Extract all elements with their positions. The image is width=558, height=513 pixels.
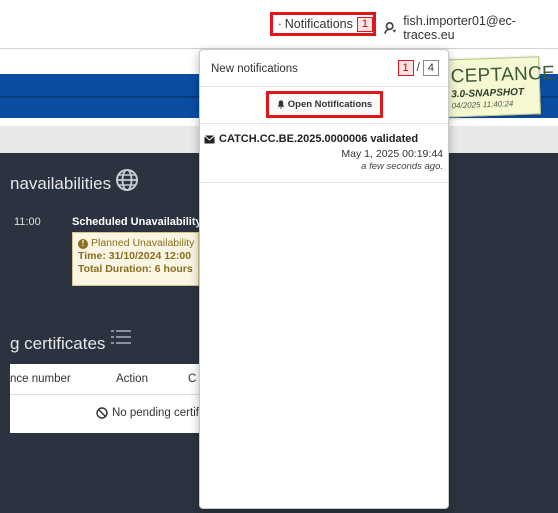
- scheduled-unavailability-title: Scheduled Unavailability: [72, 216, 202, 228]
- user-menu[interactable]: fish.importer01@ec-traces.eu: [384, 14, 558, 42]
- open-notifications-label: Open Notifications: [287, 99, 373, 110]
- notifications-label: Notifications: [284, 17, 353, 31]
- bell-icon: [277, 100, 285, 109]
- bell-icon: [279, 23, 281, 25]
- notification-title: CATCH.CC.BE.2025.0000006 validated: [219, 133, 419, 145]
- column-action: Action: [116, 373, 148, 385]
- certificates-title: g certificates: [10, 334, 106, 353]
- notifications-button[interactable]: Notifications 1: [270, 12, 376, 36]
- environment-date: 04/2025 11:40:24: [451, 99, 514, 111]
- right-content: [449, 153, 558, 513]
- notifications-counter: 1 / 4: [397, 60, 439, 76]
- certificates-table-header: nce number Action C: [10, 364, 199, 395]
- globe-icon[interactable]: [115, 168, 139, 192]
- unavailabilities-title: navailabilities: [10, 174, 112, 193]
- new-notifications-label: New notifications: [211, 63, 298, 75]
- dropdown-header: New notifications 1 / 4: [200, 50, 448, 87]
- total-count-badge: 4: [422, 60, 439, 76]
- info-icon: !: [78, 239, 88, 249]
- list-icon[interactable]: [111, 329, 131, 345]
- environment-label: CEPTANCE: [450, 62, 556, 88]
- certificates-empty-row: No pending certifi: [10, 395, 202, 433]
- user-email: fish.importer01@ec-traces.eu: [403, 14, 516, 42]
- notifications-count-badge: 1: [356, 16, 373, 32]
- envelope-icon: [204, 134, 215, 143]
- notification-date: May 1, 2025 00:19:44: [341, 148, 443, 160]
- environment-tag: CEPTANCE 3.0-SNAPSHOT 04/2025 11:40:24: [439, 56, 555, 118]
- column-c: C: [188, 373, 197, 385]
- notifications-dropdown: New notifications 1 / 4 Open Notificatio…: [199, 49, 449, 509]
- unavailability-time: 11:00: [14, 216, 41, 228]
- planned-unavailability-box: ! Planned Unavailability Time: 31/10/2024…: [72, 232, 199, 286]
- open-notifications-button[interactable]: Open Notifications: [266, 91, 383, 118]
- notification-item[interactable]: CATCH.CC.BE.2025.0000006 validated May 1…: [200, 124, 448, 183]
- column-reference-number: nce number: [10, 373, 71, 385]
- new-count-badge: 1: [397, 60, 414, 76]
- notification-relative-time: a few seconds ago.: [361, 161, 443, 172]
- count-separator: /: [416, 62, 420, 74]
- ban-icon: [96, 407, 108, 419]
- user-icon: [384, 22, 397, 34]
- planned-duration: Total Duration: 6 hours: [78, 263, 193, 275]
- planned-label: Planned Unavailability: [91, 237, 195, 249]
- planned-time: Time: 31/10/2024 12:00: [78, 250, 192, 262]
- empty-certificates-text: No pending certifi: [112, 407, 202, 419]
